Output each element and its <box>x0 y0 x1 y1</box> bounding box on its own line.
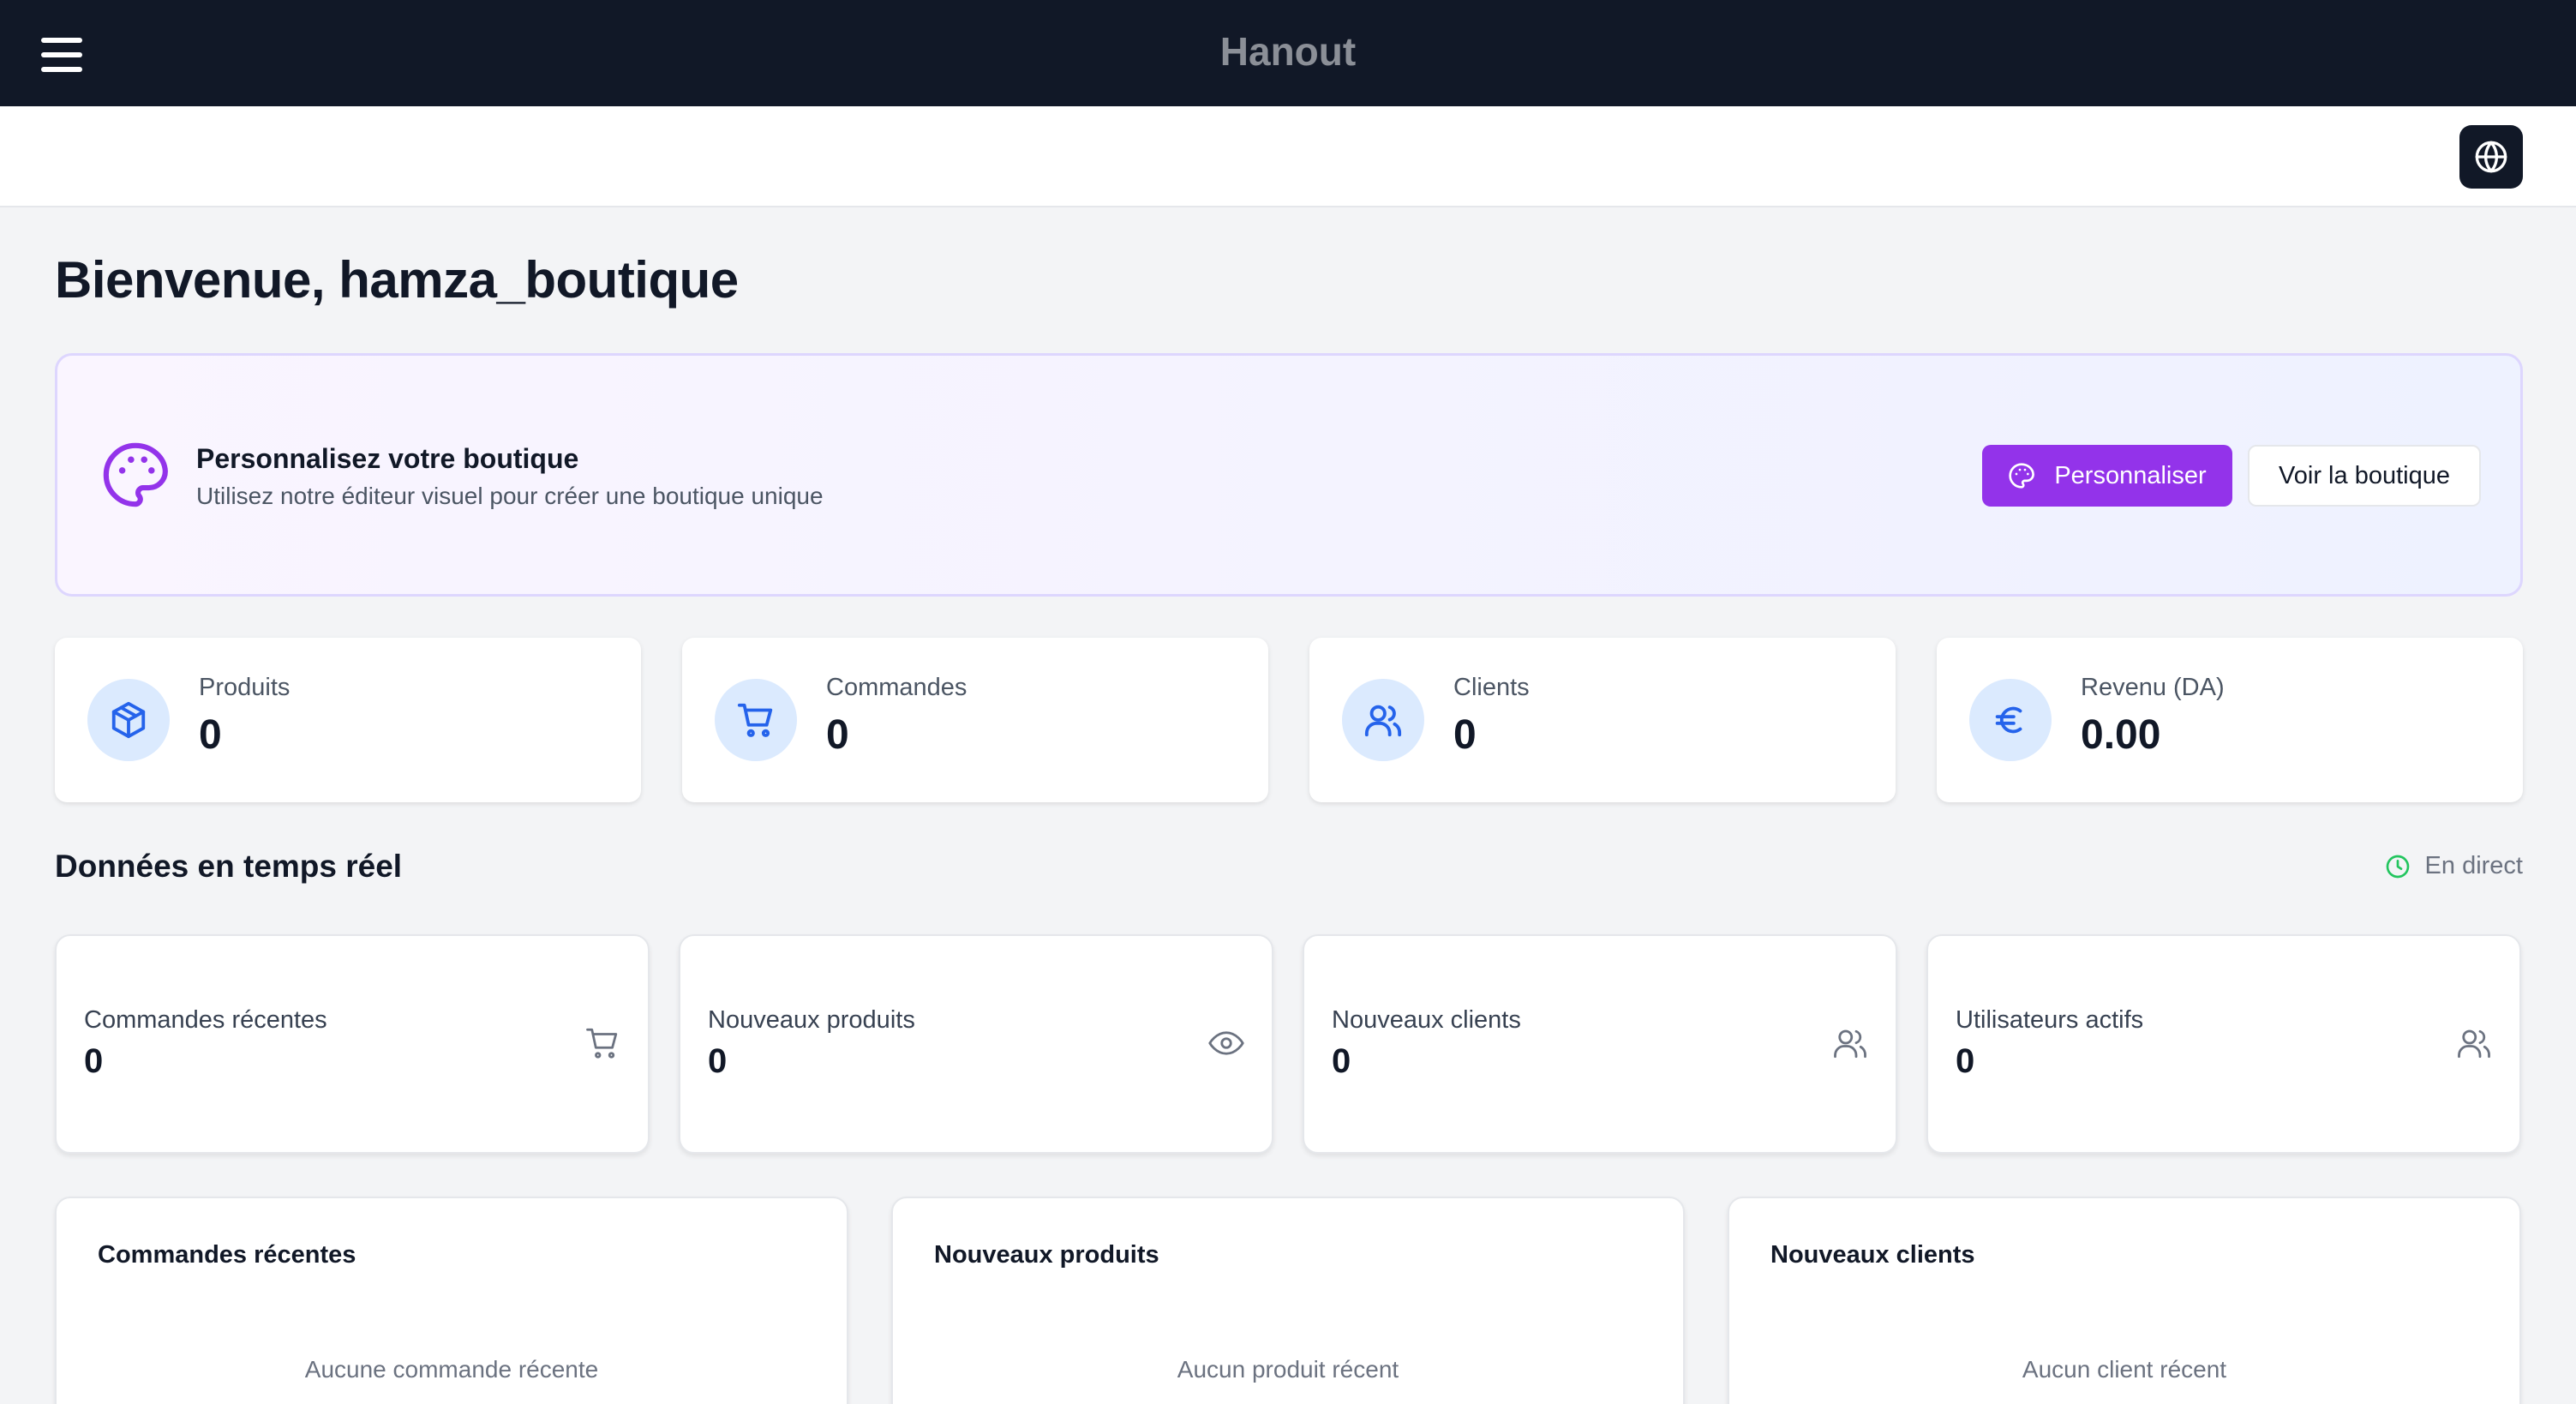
realtime-label: Nouveaux produits <box>708 1006 915 1034</box>
stat-value: 0.00 <box>2081 712 2161 758</box>
empty-state: Aucune commande récente <box>304 1356 599 1383</box>
stat-value: 0 <box>199 712 222 758</box>
users-icon <box>1834 1029 1866 1059</box>
live-indicator: En direct <box>2384 852 2523 880</box>
customize-button[interactable]: Personnaliser <box>1982 445 2232 507</box>
realtime-card-new-products: Nouveaux produits 0 <box>679 934 1273 1154</box>
stat-card-orders: Commandes 0 <box>682 638 1268 802</box>
euro-icon <box>1995 706 2022 734</box>
banner-title: Personnalisez votre boutique <box>196 443 579 474</box>
banner-subtitle: Utilisez notre éditeur visuel pour créer… <box>196 483 824 509</box>
palette-icon <box>2009 463 2035 489</box>
stat-icon-wrap <box>715 679 797 761</box>
top-bar: Hanout <box>0 0 2576 106</box>
section-title-realtime: Données en temps réel <box>55 849 403 884</box>
stat-value: 0 <box>826 712 849 758</box>
live-label: En direct <box>2424 852 2523 879</box>
list-card-recent-orders: Commandes récentes Aucune commande récen… <box>55 1197 848 1404</box>
palette-icon <box>103 442 168 507</box>
users-icon <box>1364 705 1402 737</box>
hamburger-menu-icon[interactable] <box>41 38 82 72</box>
users-icon <box>2458 1029 2490 1059</box>
stat-card-products: Produits 0 <box>55 638 641 802</box>
list-card-new-products: Nouveaux produits Aucun produit récent <box>891 1197 1685 1404</box>
stat-label: Clients <box>1453 674 1530 701</box>
view-store-button[interactable]: Voir la boutique <box>2248 445 2481 507</box>
realtime-value: 0 <box>1332 1042 1351 1080</box>
app-title: Hanout <box>1219 29 1357 74</box>
empty-state: Aucun client récent <box>2022 1356 2227 1383</box>
realtime-card-recent-orders: Commandes récentes 0 <box>55 934 650 1154</box>
customize-banner: Personnalisez votre boutique Utilisez no… <box>55 353 2523 597</box>
list-title: Nouveaux clients <box>1770 1241 1975 1269</box>
eye-icon <box>1208 1031 1244 1055</box>
customize-button-label: Personnaliser <box>2054 461 2207 489</box>
page-title: Bienvenue, hamza_boutique <box>55 251 739 309</box>
list-card-new-clients: Nouveaux clients Aucun client récent <box>1728 1197 2521 1404</box>
stat-icon-wrap <box>87 679 170 761</box>
realtime-card-active-users: Utilisateurs actifs 0 <box>1926 934 2521 1154</box>
realtime-value: 0 <box>84 1042 104 1080</box>
stat-label: Revenu (DA) <box>2081 674 2225 701</box>
list-title: Commandes récentes <box>98 1241 356 1269</box>
stat-card-clients: Clients 0 <box>1309 638 1896 802</box>
realtime-value: 0 <box>708 1042 728 1080</box>
realtime-label: Nouveaux clients <box>1332 1006 1521 1034</box>
stat-icon-wrap <box>1969 679 2052 761</box>
language-button[interactable] <box>2459 125 2523 189</box>
sub-header <box>0 106 2576 207</box>
stat-label: Commandes <box>826 674 967 701</box>
realtime-value: 0 <box>1956 1042 1975 1080</box>
realtime-label: Commandes récentes <box>84 1006 327 1034</box>
globe-icon <box>2475 141 2507 173</box>
list-title: Nouveaux produits <box>934 1241 1159 1269</box>
empty-state: Aucun produit récent <box>1177 1356 1399 1383</box>
clock-icon <box>2386 855 2409 878</box>
realtime-label: Utilisateurs actifs <box>1956 1006 2144 1034</box>
stat-icon-wrap <box>1342 679 1424 761</box>
realtime-card-new-clients: Nouveaux clients 0 <box>1303 934 1897 1154</box>
shopping-cart-icon <box>737 703 773 737</box>
stat-label: Produits <box>199 674 291 701</box>
stat-card-revenue: Revenu (DA) 0.00 <box>1937 638 2523 802</box>
stat-value: 0 <box>1453 712 1477 758</box>
shopping-cart-icon <box>586 1028 618 1059</box>
package-icon <box>111 701 146 739</box>
